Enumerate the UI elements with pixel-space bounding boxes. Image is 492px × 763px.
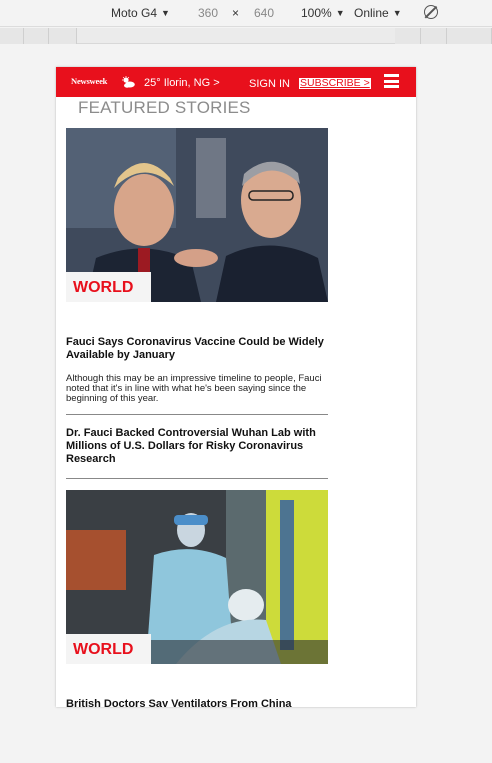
device-select-label: Moto G4 bbox=[111, 6, 158, 20]
media-query-bar bbox=[0, 28, 492, 44]
throttle-select[interactable]: Online ▼ bbox=[354, 6, 402, 20]
story-headline[interactable]: British Doctors Say Ventilators From Chi… bbox=[66, 698, 328, 707]
site-header: Newsweek 25° Ilorin, NG > SIGN IN SUBSCR… bbox=[56, 67, 416, 97]
media-query-segment[interactable] bbox=[421, 28, 447, 44]
dimension-separator: × bbox=[232, 6, 240, 20]
weather-link[interactable]: 25° Ilorin, NG > bbox=[144, 77, 220, 89]
hamburger-menu-icon[interactable] bbox=[384, 74, 399, 88]
category-tag[interactable]: WORLD bbox=[66, 634, 151, 664]
media-query-segment[interactable] bbox=[49, 28, 77, 44]
chevron-down-icon: ▼ bbox=[161, 8, 170, 18]
subscribe-button[interactable]: SUBSCRIBE > bbox=[299, 78, 371, 89]
partly-cloudy-icon bbox=[122, 76, 135, 88]
media-query-segment[interactable] bbox=[395, 28, 421, 44]
story-divider bbox=[66, 478, 328, 479]
height-field[interactable]: 640 bbox=[254, 6, 274, 20]
site-logo[interactable]: Newsweek bbox=[71, 76, 107, 86]
category-tag[interactable]: WORLD bbox=[66, 272, 151, 302]
sign-in-link[interactable]: SIGN IN bbox=[249, 78, 290, 90]
device-viewport: Newsweek 25° Ilorin, NG > SIGN IN SUBSCR… bbox=[56, 67, 416, 707]
media-query-segment[interactable] bbox=[0, 28, 24, 44]
chevron-down-icon: ▼ bbox=[392, 8, 402, 18]
story-image[interactable]: WORLD bbox=[66, 128, 328, 302]
story-headline[interactable]: Fauci Says Coronavirus Vaccine Could be … bbox=[66, 336, 328, 362]
throttle-select-label: Online bbox=[354, 6, 389, 20]
device-select[interactable]: Moto G4 ▼ bbox=[111, 6, 170, 20]
rotate-icon[interactable] bbox=[424, 5, 438, 19]
width-field[interactable]: 360 bbox=[198, 6, 218, 20]
story-divider bbox=[66, 414, 328, 415]
chevron-down-icon: ▼ bbox=[335, 8, 345, 18]
story-headline[interactable]: Dr. Fauci Backed Controversial Wuhan Lab… bbox=[66, 427, 328, 466]
section-title: FEATURED STORIES bbox=[78, 98, 251, 117]
media-query-segment[interactable] bbox=[447, 28, 492, 44]
story-summary: Although this may be an impressive timel… bbox=[66, 373, 322, 404]
zoom-select[interactable]: 100% ▼ bbox=[301, 6, 345, 20]
zoom-select-label: 100% bbox=[301, 6, 332, 20]
devtools-device-toolbar: Moto G4 ▼ 360 × 640 100% ▼ Online ▼ bbox=[0, 0, 492, 27]
story-image[interactable]: WORLD bbox=[66, 490, 328, 664]
media-query-segment[interactable] bbox=[24, 28, 49, 44]
